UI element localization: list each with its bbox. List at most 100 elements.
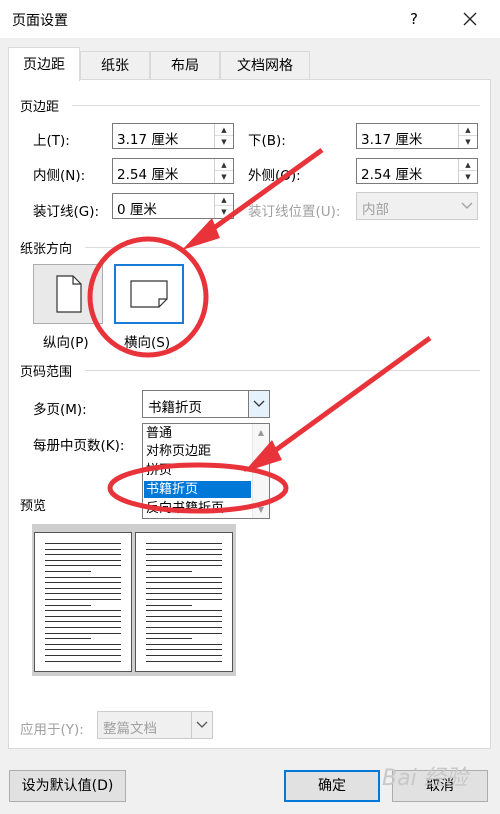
landscape-page-icon bbox=[130, 280, 168, 308]
portrait-button[interactable] bbox=[33, 264, 103, 324]
gutter-arrows[interactable]: ▲ ▼ bbox=[214, 194, 233, 218]
preview-text-line bbox=[146, 565, 222, 567]
preview-section-label: 预览 bbox=[20, 499, 47, 514]
preview-text-line bbox=[45, 554, 121, 556]
title-bar: 页面设置 ? bbox=[0, 0, 500, 38]
chevron-down-icon[interactable] bbox=[456, 193, 477, 219]
preview-text-line bbox=[45, 627, 121, 628]
preview-right-page bbox=[135, 532, 233, 672]
multiple-pages-value: 书籍折页 bbox=[148, 400, 202, 416]
spin-up-icon[interactable]: ▲ bbox=[459, 159, 477, 171]
spin-down-icon[interactable]: ▼ bbox=[215, 136, 233, 148]
preview-text-line bbox=[146, 604, 192, 606]
spin-up-icon[interactable]: ▲ bbox=[459, 124, 477, 136]
margins-section-label: 页边距 bbox=[20, 100, 60, 115]
apply-to-select[interactable]: 整篇文档 bbox=[97, 711, 213, 739]
scroll-track[interactable] bbox=[253, 441, 269, 501]
preview-text-line bbox=[146, 632, 222, 634]
dialog-title: 页面设置 bbox=[12, 13, 68, 29]
gutter-position-label: 装订线位置(U): bbox=[248, 204, 341, 220]
tab-margins[interactable]: 页边距 bbox=[8, 47, 80, 81]
tab-document-grid[interactable]: 文档网格 bbox=[220, 51, 310, 80]
preview-text-line bbox=[146, 593, 222, 595]
bottom-margin-arrows[interactable]: ▲ ▼ bbox=[458, 124, 477, 148]
top-margin-spinner[interactable]: 3.17 厘米 ▲ ▼ bbox=[112, 123, 234, 149]
preview-text-line bbox=[45, 559, 121, 561]
preview-text-line bbox=[146, 587, 222, 589]
option-normal[interactable]: 普通 bbox=[144, 425, 251, 442]
close-button[interactable] bbox=[456, 6, 484, 32]
tab-paper[interactable]: 纸张 bbox=[80, 51, 150, 80]
option-book-fold[interactable]: 书籍折页 bbox=[144, 481, 251, 498]
bottom-margin-value: 3.17 厘米 bbox=[361, 132, 423, 148]
spin-up-icon[interactable]: ▲ bbox=[215, 194, 233, 206]
preview-text-line bbox=[45, 615, 121, 617]
gutter-position-value: 内部 bbox=[362, 202, 389, 218]
pages-section-label: 页码范围 bbox=[20, 365, 73, 380]
gutter-value: 0 厘米 bbox=[117, 202, 157, 218]
gutter-position-select[interactable]: 内部 bbox=[356, 192, 478, 220]
portrait-label: 纵向(P) bbox=[43, 335, 89, 351]
close-icon bbox=[463, 12, 477, 26]
option-two-pages[interactable]: 拼页 bbox=[144, 462, 251, 479]
preview-text-line bbox=[45, 565, 121, 567]
inside-margin-spinner[interactable]: 2.54 厘米 ▲ ▼ bbox=[112, 158, 234, 184]
margins-divider bbox=[72, 105, 480, 106]
help-icon: ? bbox=[410, 10, 418, 28]
multiple-pages-dropdown-list[interactable]: 普通 对称页边距 拼页 书籍折页 反向书籍折页 ▲ ▼ bbox=[142, 423, 270, 519]
scroll-down-icon[interactable]: ▼ bbox=[253, 501, 269, 518]
sheets-per-booklet-label: 每册中页数(K): bbox=[33, 438, 125, 454]
preview-text-line bbox=[146, 554, 222, 556]
spin-down-icon[interactable]: ▼ bbox=[215, 206, 233, 218]
scroll-up-icon[interactable]: ▲ bbox=[253, 424, 269, 441]
outside-margin-arrows[interactable]: ▲ ▼ bbox=[458, 159, 477, 183]
option-reverse-book-fold[interactable]: 反向书籍折页 bbox=[144, 500, 251, 517]
option-mirror-margins[interactable]: 对称页边距 bbox=[144, 443, 251, 460]
preview-text-line bbox=[45, 548, 121, 550]
landscape-button[interactable] bbox=[114, 264, 184, 324]
preview-text-line bbox=[146, 638, 192, 640]
list-scrollbar[interactable]: ▲ ▼ bbox=[252, 424, 269, 518]
tab-layout[interactable]: 布局 bbox=[150, 51, 220, 80]
apply-to-value: 整篇文档 bbox=[103, 721, 157, 737]
inside-margin-value: 2.54 厘米 bbox=[117, 167, 179, 183]
spin-down-icon[interactable]: ▼ bbox=[215, 171, 233, 183]
top-margin-arrows[interactable]: ▲ ▼ bbox=[214, 124, 233, 148]
preview-text-line bbox=[146, 621, 222, 623]
preview-text-line bbox=[45, 604, 91, 606]
preview-text-line bbox=[146, 576, 222, 578]
gutter-label: 装订线(G): bbox=[33, 204, 100, 220]
spin-down-icon[interactable]: ▼ bbox=[459, 136, 477, 148]
preview-text-line bbox=[45, 660, 121, 662]
chevron-down-icon[interactable] bbox=[191, 712, 212, 738]
help-button[interactable]: ? bbox=[400, 6, 428, 32]
preview-text-line bbox=[146, 543, 222, 544]
watermark-logo: Bai 经验 bbox=[382, 766, 468, 791]
orientation-divider bbox=[85, 247, 480, 248]
preview-text-line bbox=[146, 655, 222, 656]
preview-text-line bbox=[45, 587, 121, 589]
preview-text-line bbox=[146, 649, 222, 651]
multiple-pages-select[interactable]: 书籍折页 bbox=[142, 390, 270, 418]
chevron-down-icon[interactable] bbox=[248, 391, 269, 417]
outside-margin-value: 2.54 厘米 bbox=[361, 167, 423, 183]
apply-to-label: 应用于(Y): bbox=[20, 722, 84, 738]
preview-text-line bbox=[45, 610, 121, 612]
ok-button[interactable]: 确定 bbox=[284, 770, 380, 802]
preview-text-line bbox=[45, 655, 121, 656]
preview-text-line bbox=[45, 649, 121, 651]
spin-down-icon[interactable]: ▼ bbox=[459, 171, 477, 183]
preview-text-line bbox=[45, 582, 121, 584]
preview-text-line bbox=[146, 660, 222, 662]
bottom-margin-spinner[interactable]: 3.17 厘米 ▲ ▼ bbox=[356, 123, 478, 149]
gutter-spinner[interactable]: 0 厘米 ▲ ▼ bbox=[112, 193, 234, 219]
landscape-label: 横向(S) bbox=[124, 335, 171, 351]
outside-margin-spinner[interactable]: 2.54 厘米 ▲ ▼ bbox=[356, 158, 478, 184]
preview-text-line bbox=[45, 621, 121, 623]
spin-up-icon[interactable]: ▲ bbox=[215, 124, 233, 136]
inside-margin-arrows[interactable]: ▲ ▼ bbox=[214, 159, 233, 183]
portrait-page-icon bbox=[56, 275, 82, 313]
set-default-button[interactable]: 设为默认值(D) bbox=[9, 770, 126, 802]
preview-text-line bbox=[146, 571, 192, 572]
spin-up-icon[interactable]: ▲ bbox=[215, 159, 233, 171]
